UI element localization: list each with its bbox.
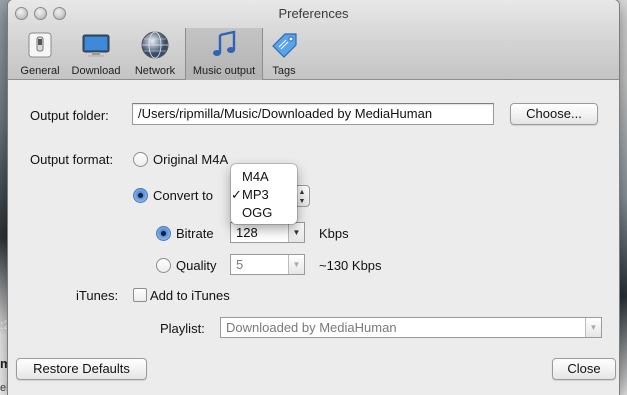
tab-label: Download [71, 65, 121, 77]
download-monitor-icon [80, 29, 112, 61]
quality-combo[interactable]: 5 ▼ [230, 254, 305, 275]
tab-label: Network [134, 65, 176, 77]
network-globe-icon [139, 29, 171, 61]
playlist-combo[interactable]: Downloaded by MediaHuman ▼ [220, 317, 602, 338]
music-note-icon [208, 29, 240, 61]
tag-icon [268, 29, 300, 61]
playlist-label: Playlist: [160, 321, 205, 336]
bitrate-value: 128 [236, 225, 258, 240]
format-option-m4a[interactable]: M4A [231, 168, 297, 186]
output-folder-field[interactable]: /Users/ripmilla/Music/Downloaded by Medi… [132, 103, 494, 125]
restore-defaults-button[interactable]: Restore Defaults [16, 358, 147, 380]
add-to-itunes-checkbox[interactable] [133, 288, 147, 302]
original-m4a-radio[interactable] [133, 152, 148, 167]
close-button[interactable]: Close [552, 358, 616, 380]
format-option-text: M4A [242, 169, 269, 184]
bitrate-unit: Kbps [319, 226, 349, 241]
original-m4a-label: Original M4A [153, 152, 229, 167]
music-output-pane: Output folder: /Users/ripmilla/Music/Dow… [8, 81, 619, 395]
add-to-itunes-label: Add to iTunes [150, 288, 230, 303]
convert-to-radio[interactable] [133, 188, 148, 203]
convert-to-label: Convert to [153, 188, 213, 203]
tab-label: General [20, 65, 60, 77]
bitrate-combo[interactable]: 128 ▼ [230, 222, 305, 243]
tab-label: Music output [192, 65, 256, 77]
chevron-down-icon[interactable]: ▼ [585, 318, 601, 337]
bitrate-label: Bitrate [176, 226, 214, 241]
tab-music-output[interactable]: Music output [185, 28, 263, 80]
playlist-value: Downloaded by MediaHuman [226, 320, 397, 335]
choose-button[interactable]: Choose... [510, 103, 598, 125]
preferences-tabs: General Download Network Music output Ta… [13, 28, 305, 80]
format-option-text: MP3 [242, 187, 269, 202]
tab-label: Tags [272, 65, 296, 77]
quality-label: Quality [176, 258, 217, 273]
format-option-mp3[interactable]: ✓ MP3 [231, 186, 297, 204]
chevron-down-icon[interactable]: ▼ [288, 255, 304, 274]
window-title: Preferences [278, 6, 349, 21]
window-toolbar: Preferences General Download Network Mus… [8, 0, 619, 80]
format-option-text: OGG [242, 205, 273, 220]
quality-radio[interactable] [156, 258, 171, 273]
tab-download[interactable]: Download [67, 28, 125, 80]
checkmark-icon: ✓ [231, 187, 242, 202]
quality-hint: ~130 Kbps [319, 258, 382, 273]
chevron-down-icon[interactable]: ▼ [288, 223, 304, 242]
tab-tags[interactable]: Tags [263, 28, 305, 80]
quality-value: 5 [236, 257, 244, 272]
general-switch-icon [24, 29, 56, 61]
bitrate-radio[interactable] [156, 226, 171, 241]
output-format-label: Output format: [30, 152, 114, 167]
format-popup-menu: M4A ✓ MP3 OGG [231, 164, 297, 224]
tab-network[interactable]: Network [125, 28, 185, 80]
tab-general[interactable]: General [13, 28, 67, 80]
itunes-label: iTunes: [76, 288, 119, 303]
format-option-ogg[interactable]: OGG [231, 204, 297, 222]
preferences-window: Preferences General Download Network Mus… [8, 0, 619, 395]
output-folder-label: Output folder: [30, 108, 109, 123]
